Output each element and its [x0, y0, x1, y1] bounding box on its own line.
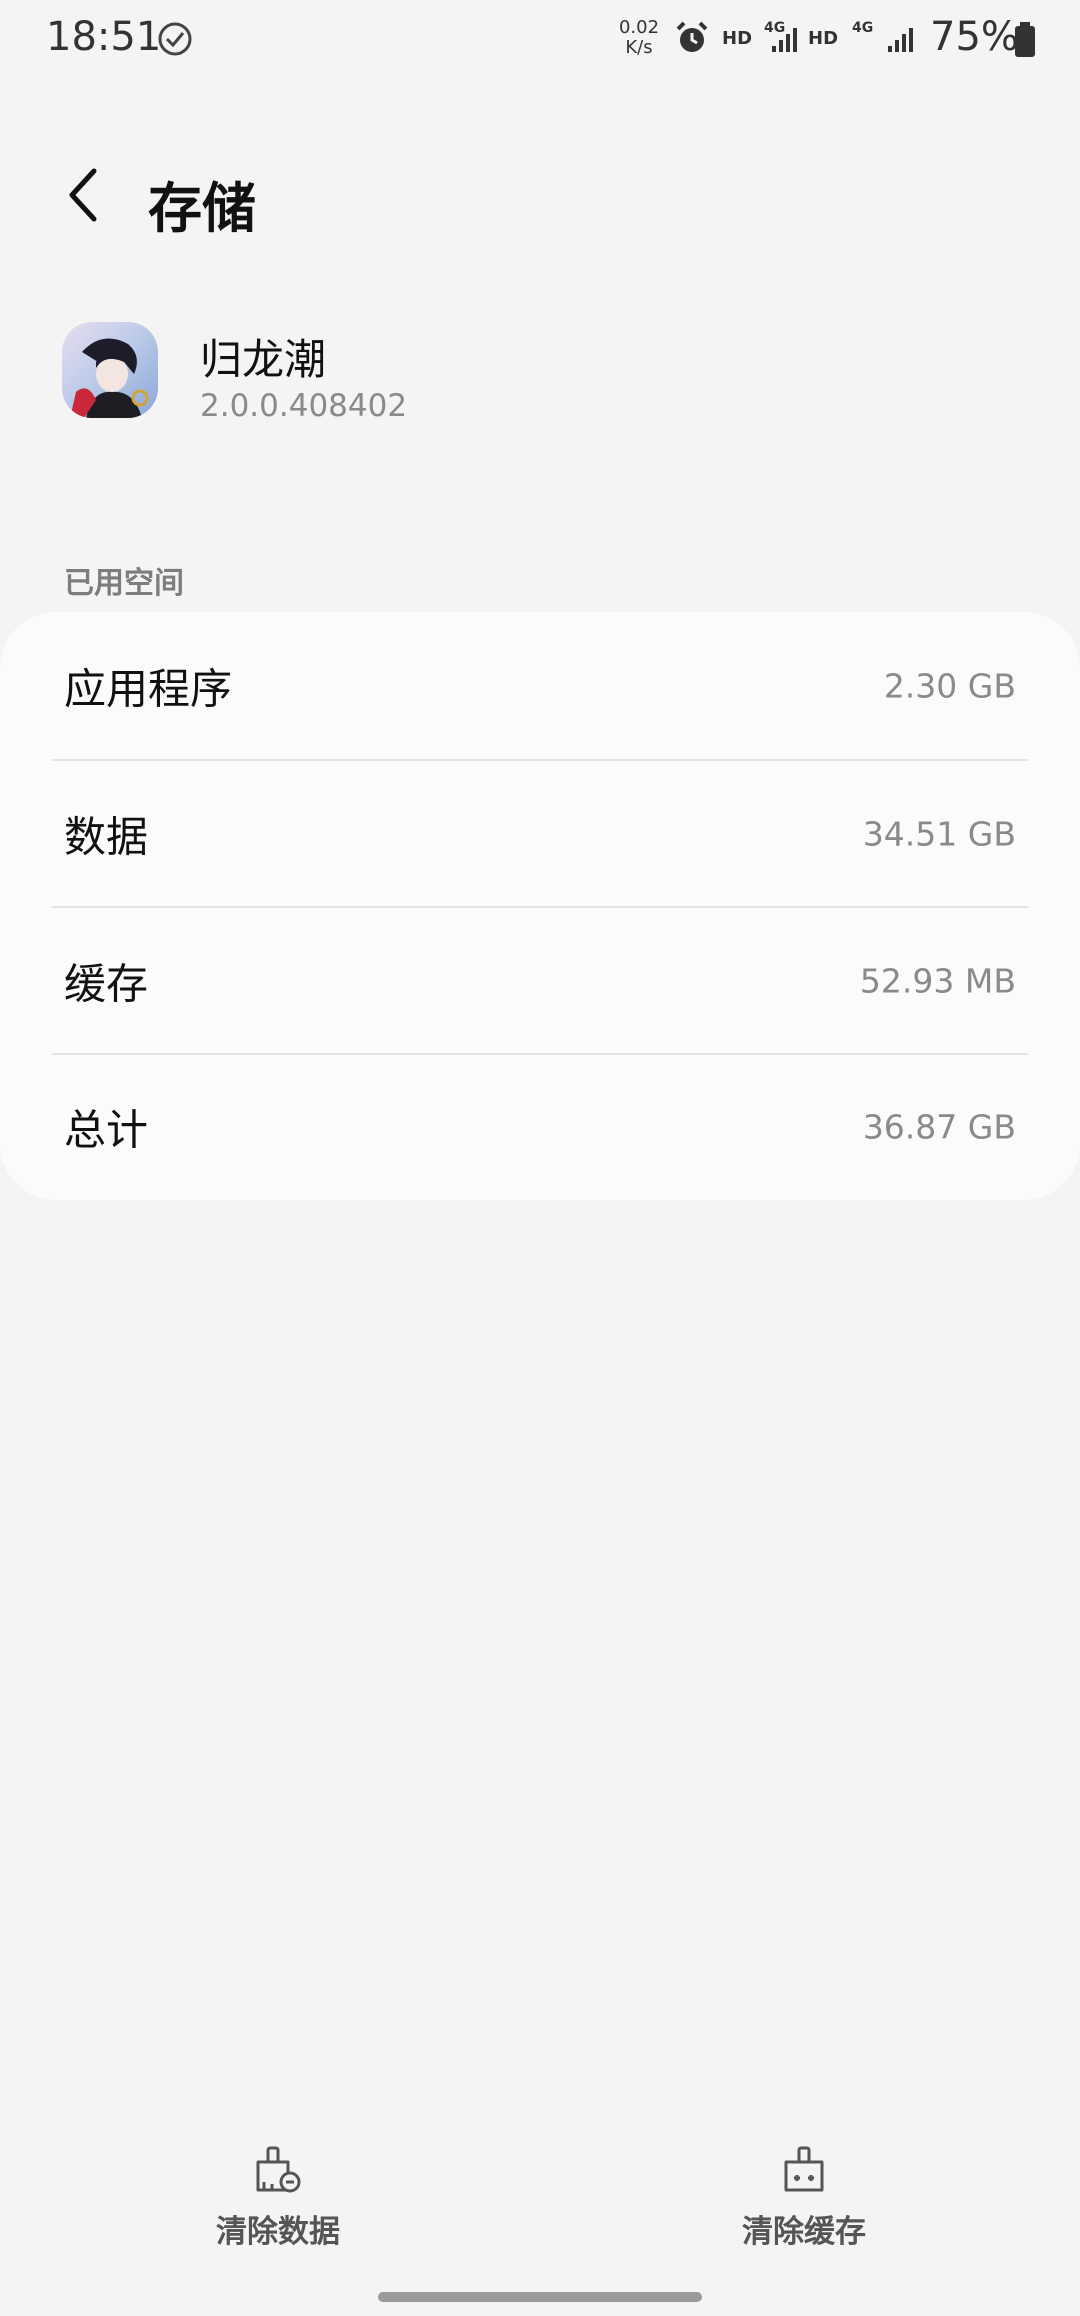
home-indicator[interactable]	[378, 2292, 702, 2302]
clear-data-label: 清除数据	[216, 2214, 340, 2250]
network-type-2: 4G	[852, 20, 874, 36]
row-value: 36.87 GB	[862, 1107, 1016, 1146]
battery-icon	[1015, 22, 1035, 57]
status-bar: 18:51 0.02 K/s HD 4G HD 4G 75%	[0, 0, 1080, 80]
signal-strength-icon-2	[888, 28, 913, 52]
section-label-used-space: 已用空间	[64, 566, 184, 601]
app-name: 归龙潮	[200, 335, 327, 384]
battery-percentage: 75%	[930, 14, 1019, 60]
clear-cache-button[interactable]: 清除缓存	[674, 2130, 934, 2260]
storage-row-cache: 缓存 52.93 MB	[0, 907, 1080, 1054]
clear-data-icon	[256, 2146, 301, 2193]
storage-row-app: 应用程序 2.30 GB	[0, 612, 1080, 759]
hd-voice-indicator-1: HD	[722, 28, 753, 49]
chevron-left-icon	[69, 168, 97, 222]
signal-strength-icon	[772, 28, 797, 52]
network-speed-unit: K/s	[625, 37, 653, 58]
storage-screen: 18:51 0.02 K/s HD 4G HD 4G 75% 存储 归龙潮 2.…	[0, 0, 1080, 2316]
network-speed-value: 0.02	[618, 17, 660, 38]
storage-card: 应用程序 2.30 GB 数据 34.51 GB 缓存 52.93 MB 总计 …	[0, 612, 1080, 1200]
row-label: 数据	[64, 812, 149, 861]
row-value: 34.51 GB	[862, 814, 1016, 853]
status-time: 18:51	[46, 14, 162, 60]
row-label: 应用程序	[64, 664, 233, 713]
check-circle-icon	[158, 22, 192, 56]
storage-row-total: 总计 36.87 GB	[0, 1053, 1080, 1200]
hd-voice-indicator-2: HD	[808, 28, 839, 49]
app-version: 2.0.0.408402	[200, 388, 408, 424]
clear-cache-label: 清除缓存	[742, 2214, 866, 2250]
row-value: 2.30 GB	[883, 666, 1016, 705]
network-speed: 0.02 K/s	[614, 18, 664, 58]
row-label: 缓存	[64, 959, 149, 1008]
clear-data-button[interactable]: 清除数据	[148, 2130, 408, 2260]
alarm-icon	[676, 21, 708, 52]
page-title: 存储	[148, 177, 256, 240]
row-value: 52.93 MB	[859, 961, 1016, 1000]
clear-cache-icon	[784, 2146, 824, 2192]
app-icon	[62, 322, 158, 418]
storage-row-data: 数据 34.51 GB	[0, 760, 1080, 907]
row-label: 总计	[64, 1105, 149, 1154]
back-button[interactable]	[56, 160, 112, 230]
